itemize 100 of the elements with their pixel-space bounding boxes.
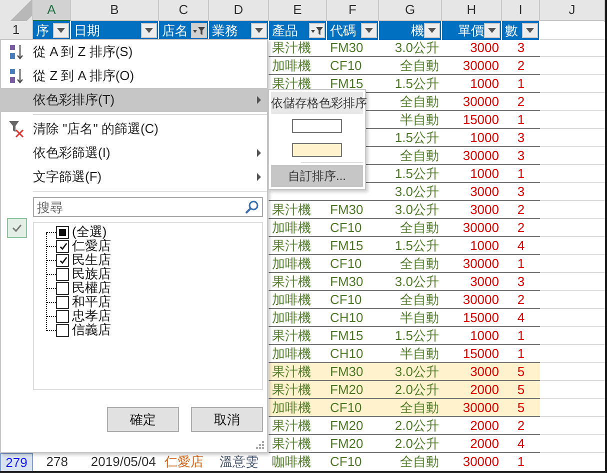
menu-item[interactable]: 從 Z 到 A 排序(O) [1, 64, 267, 88]
table-cell: 咖啡機 [269, 453, 327, 471]
table-cell: 4 [502, 237, 540, 255]
table-cell: 30000 [442, 93, 502, 111]
dropdown-button[interactable] [522, 23, 538, 38]
table-cell: 3 [502, 183, 540, 201]
table-cell: 3 [502, 273, 540, 291]
table-cell: 3.0公升 [379, 363, 442, 381]
table-cell: 2.0公升 [379, 435, 442, 453]
column-header[interactable]: A [33, 0, 71, 22]
dropdown-button[interactable] [484, 23, 500, 38]
dropdown-arrow-icon [57, 28, 65, 33]
table-cell: 15000 [442, 111, 502, 129]
dropdown-button[interactable] [53, 23, 69, 38]
dropdown-arrow-icon [526, 28, 534, 33]
table-cell: 3000 [442, 201, 502, 219]
table-cell: FM30 [327, 201, 379, 219]
table-cell: 果汁機 [269, 435, 327, 453]
table-cell: 1 [502, 327, 540, 345]
checkbox[interactable] [56, 324, 69, 336]
table-cell: 3 [502, 39, 540, 57]
table-cell: FM15 [327, 327, 379, 345]
table-cell: 2 [502, 93, 540, 111]
table-cell: FM20 [327, 417, 379, 435]
dropdown-button[interactable] [251, 23, 267, 38]
column-header[interactable]: J [540, 0, 605, 22]
column-title: 代碼 [330, 22, 356, 40]
resize-grip-icon[interactable] [256, 441, 264, 449]
row-header[interactable]: 279 [0, 453, 33, 471]
table-cell: CH10 [327, 309, 379, 327]
search-field[interactable]: 搜尋 [33, 197, 263, 217]
table-cell: 15000 [442, 309, 502, 327]
table-cell: 全自動 [379, 453, 442, 471]
dialog-button[interactable]: 取消 [191, 407, 263, 432]
table-cell: 2000 [442, 417, 502, 435]
table-cell: 果汁機 [269, 201, 327, 219]
column-title: 產品 [272, 22, 298, 40]
menu-item[interactable]: 依色彩篩選(I) [1, 141, 267, 165]
table-cell: 1000 [442, 237, 502, 255]
dropdown-arrow-icon [365, 28, 373, 33]
table-cell: 3 [502, 147, 540, 165]
table-cell: FM30 [327, 363, 379, 381]
checkbox[interactable] [56, 282, 69, 294]
table-cell: 2 [502, 57, 540, 75]
table-cell: 加啡機 [269, 291, 327, 309]
menu-item[interactable]: 從 A 到 Z 排序(S) [1, 40, 267, 64]
dropdown-arrow-icon [488, 28, 496, 33]
menu-item[interactable]: 依色彩排序(T) [1, 88, 267, 112]
clear-filter-icon [8, 120, 26, 138]
sort-descending-icon [9, 68, 25, 84]
table-cell: 4 [502, 309, 540, 327]
table-cell: 果汁機 [269, 273, 327, 291]
table-cell: 30000 [442, 255, 502, 273]
dropdown-button[interactable] [424, 23, 440, 38]
table-cell: CF10 [327, 399, 379, 417]
table-cell: 3.0公升 [379, 201, 442, 219]
table-cell: 3.0公升 [379, 39, 442, 57]
table-cell: 1000 [442, 129, 502, 147]
checkbox[interactable] [56, 240, 69, 252]
table-cell: 1.5公升 [379, 129, 442, 147]
filter-button[interactable] [191, 23, 207, 38]
checkbox-label[interactable]: 信義店 [72, 321, 111, 339]
table-cell: 1.5公升 [379, 165, 442, 183]
filter-button[interactable] [309, 23, 325, 38]
dropdown-button[interactable] [361, 23, 377, 38]
search-icon [245, 200, 259, 214]
checkbox[interactable] [56, 226, 69, 238]
submenu-arrow-icon [257, 149, 261, 157]
table-cell: 30000 [442, 291, 502, 309]
table-cell: 1.5公升 [379, 237, 442, 255]
table-cell: 2 [502, 291, 540, 309]
table-cell: CF10 [327, 453, 379, 471]
column-title: 序 [36, 22, 49, 40]
dropdown-button[interactable] [141, 23, 157, 38]
table-cell: 30000 [442, 219, 502, 237]
checkbox[interactable] [56, 296, 69, 308]
dropdown-arrow-icon [255, 28, 263, 33]
menu-item[interactable]: 自訂排序... [271, 165, 363, 187]
table-cell: 2.0公升 [379, 417, 442, 435]
checkbox[interactable] [56, 268, 69, 280]
table-cell: 30000 [442, 57, 502, 75]
table-cell: 3.0公升 [379, 273, 442, 291]
checkbox[interactable] [56, 310, 69, 322]
table-cell: 2.0公升 [379, 381, 442, 399]
row-header[interactable]: 1 [0, 21, 33, 40]
color-swatch[interactable] [292, 119, 342, 133]
column-title: 店名 [162, 22, 188, 40]
table-cell: 1 [502, 75, 540, 93]
table-cell: 果汁機 [269, 417, 327, 435]
column-title: 日期 [74, 22, 100, 40]
table-cell: 4 [502, 435, 540, 453]
color-swatch[interactable] [292, 143, 342, 157]
table-cell: CF10 [327, 255, 379, 273]
checkbox[interactable] [56, 254, 69, 266]
table-cell: 5 [502, 363, 540, 381]
table-cell: 全自動 [379, 399, 442, 417]
dialog-button[interactable]: 確定 [107, 407, 179, 432]
table-cell: CF10 [327, 291, 379, 309]
menu-item[interactable]: 文字篩選(F) [1, 165, 267, 189]
table-cell: 1 [502, 453, 540, 471]
